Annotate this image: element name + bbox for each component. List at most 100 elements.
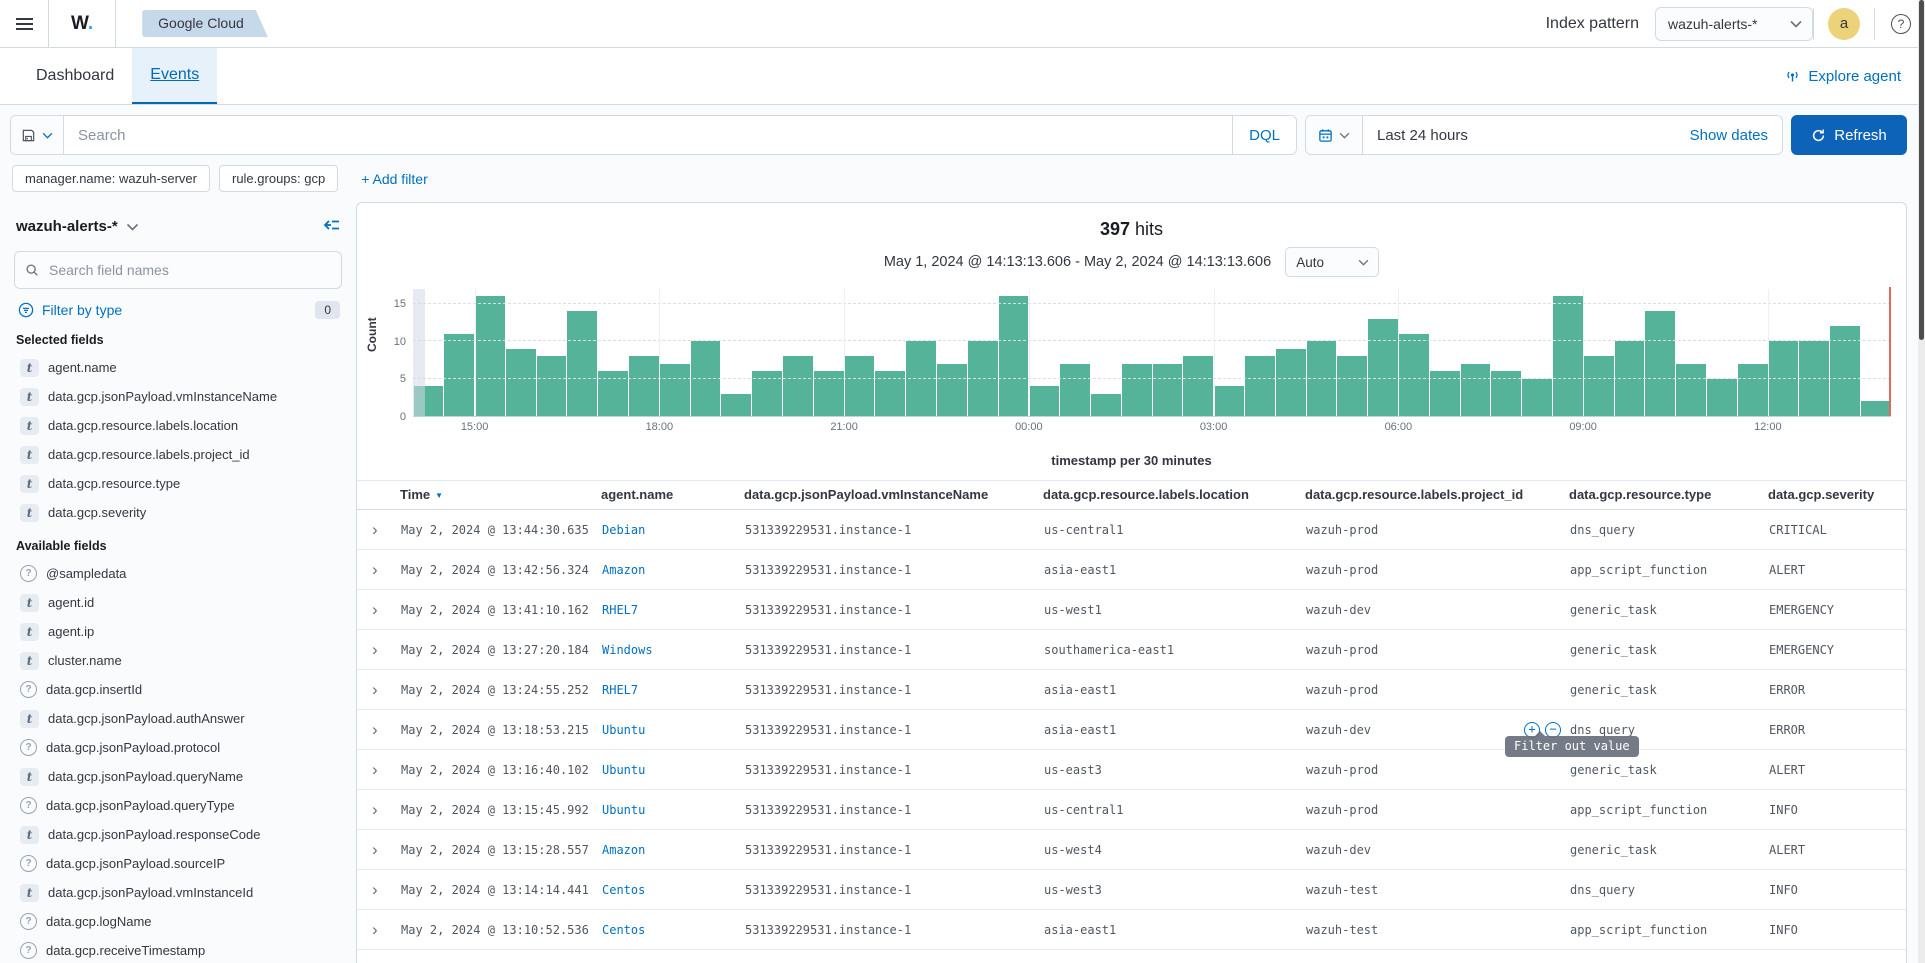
cell-time: May 2, 2024 @ 13:44:30.635	[400, 510, 601, 550]
expand-row-icon[interactable]: ›	[372, 600, 378, 619]
expand-row-icon[interactable]: ›	[372, 760, 378, 779]
field-name: agent.ip	[48, 624, 94, 639]
x-tick-label: 09:00	[1569, 421, 1597, 433]
explore-agent-link[interactable]: Explore agent	[1784, 48, 1901, 104]
agent-name-link[interactable]: RHEL7	[602, 603, 638, 617]
expand-row-icon[interactable]: ›	[372, 920, 378, 939]
column-header-agent-name[interactable]: agent.name	[601, 481, 744, 510]
filter-pill[interactable]: manager.name: wazuh-server	[12, 165, 210, 192]
cell-agent-name: RHEL7	[601, 950, 744, 963]
field-name: data.gcp.jsonPayload.sourceIP	[46, 856, 225, 871]
field-item[interactable]: tagent.id	[12, 588, 344, 617]
histogram-bar	[1214, 386, 1244, 416]
field-item[interactable]: ?data.gcp.jsonPayload.sourceIP	[12, 849, 344, 878]
add-filter-link[interactable]: + Add filter	[361, 171, 428, 187]
page-scrollbar[interactable]	[1918, 0, 1925, 963]
cell-time: May 2, 2024 @ 13:41:10.162	[400, 590, 601, 630]
time-range-display: May 1, 2024 @ 14:13:13.606 - May 2, 2024…	[884, 254, 1271, 270]
column-header-data-gcp-resource-labels-project-id[interactable]: data.gcp.resource.labels.project_id	[1305, 481, 1569, 510]
field-item[interactable]: ?data.gcp.jsonPayload.protocol	[12, 733, 344, 762]
interval-select[interactable]: Auto	[1285, 247, 1379, 277]
cell-time: May 2, 2024 @ 13:14:14.441	[400, 870, 601, 910]
agent-name-link[interactable]: Amazon	[602, 843, 645, 857]
field-item[interactable]: tagent.ip	[12, 617, 344, 646]
column-header-data-gcp-resource-labels-location[interactable]: data.gcp.resource.labels.location	[1043, 481, 1305, 510]
saved-queries-button[interactable]	[11, 116, 64, 154]
cell-resource-type: dns_query	[1569, 870, 1768, 910]
field-item[interactable]: tdata.gcp.resource.type	[12, 469, 344, 498]
agent-name-link[interactable]: Centos	[602, 923, 645, 937]
field-item[interactable]: ?@sampledata	[12, 559, 344, 588]
expand-row-icon[interactable]: ›	[372, 640, 378, 659]
agent-name-link[interactable]: Windows	[602, 643, 653, 657]
histogram-bar	[1153, 364, 1183, 416]
agent-name-link[interactable]: Ubuntu	[602, 763, 645, 777]
cell-project-id: wazuh-test	[1305, 910, 1569, 950]
field-name: agent.id	[48, 595, 94, 610]
field-item[interactable]: tdata.gcp.jsonPayload.vmInstanceName	[12, 382, 344, 411]
refresh-button[interactable]: Refresh	[1791, 115, 1907, 155]
expand-row-icon[interactable]: ›	[372, 520, 378, 539]
filter-by-type[interactable]: Filter by type 0	[18, 301, 340, 319]
expand-row-icon[interactable]: ›	[372, 880, 378, 899]
scrollbar-thumb[interactable]	[1919, 0, 1924, 340]
column-header-time[interactable]: Time▼	[400, 481, 601, 510]
x-tick-label: 00:00	[1015, 421, 1043, 433]
field-item[interactable]: tdata.gcp.severity	[12, 498, 344, 527]
time-range-value[interactable]: Last 24 hours	[1363, 127, 1676, 144]
v-gridline	[659, 289, 660, 416]
column-header-data-gcp-resource-type[interactable]: data.gcp.resource.type	[1569, 481, 1768, 510]
field-item[interactable]: ?data.gcp.receiveTimestamp	[12, 936, 344, 963]
tab-dashboard[interactable]: Dashboard	[18, 48, 132, 104]
sidebar-index-pattern[interactable]: wazuh-alerts-*	[16, 218, 118, 235]
field-item[interactable]: tdata.gcp.resource.labels.project_id	[12, 440, 344, 469]
breadcrumb-google-cloud-badge[interactable]: Google Cloud	[142, 10, 268, 37]
agent-name-link[interactable]: RHEL7	[602, 683, 638, 697]
agent-name-link[interactable]: Centos	[602, 883, 645, 897]
field-item[interactable]: tdata.gcp.resource.labels.location	[12, 411, 344, 440]
filter-pill[interactable]: rule.groups: gcp	[219, 165, 338, 192]
field-item[interactable]: ?data.gcp.logName	[12, 907, 344, 936]
help-icon[interactable]: ?	[1891, 14, 1911, 34]
cell-agent-name: Ubuntu	[601, 790, 744, 830]
field-item[interactable]: tagent.name	[12, 353, 344, 382]
field-item[interactable]: tdata.gcp.jsonPayload.queryName	[12, 762, 344, 791]
column-header-data-gcp-severity[interactable]: data.gcp.severity	[1768, 481, 1906, 510]
cell-project-id: wazuh-prod	[1305, 670, 1569, 710]
search-input[interactable]	[64, 127, 1232, 144]
tab-events[interactable]: Events	[132, 48, 217, 104]
calendar-button[interactable]	[1306, 116, 1363, 154]
field-item[interactable]: tcluster.name	[12, 646, 344, 675]
field-item[interactable]: tdata.gcp.jsonPayload.authAnswer	[12, 704, 344, 733]
cell-location: us-west4	[1043, 830, 1305, 870]
dql-language-button[interactable]: DQL	[1232, 116, 1296, 154]
cell-project-id: wazuh-dev	[1305, 590, 1569, 630]
cell-location: asia-east1	[1043, 910, 1305, 950]
string-type-icon: t	[20, 826, 39, 844]
field-search-input[interactable]	[47, 261, 331, 279]
user-avatar[interactable]: a	[1828, 8, 1860, 40]
field-item[interactable]: tdata.gcp.jsonPayload.responseCode	[12, 820, 344, 849]
expand-row-icon[interactable]: ›	[372, 680, 378, 699]
agent-name-link[interactable]: Amazon	[602, 563, 645, 577]
hits-count: 397 hits	[357, 219, 1906, 240]
field-item[interactable]: ?data.gcp.jsonPayload.queryType	[12, 791, 344, 820]
column-header-data-gcp-jsonpayload-vminstancename[interactable]: data.gcp.jsonPayload.vmInstanceName	[744, 481, 1043, 510]
index-pattern-select[interactable]: wazuh-alerts-*	[1655, 7, 1813, 41]
resource-type-value: app_script_function	[1570, 923, 1707, 937]
collapse-sidebar-icon[interactable]	[321, 216, 342, 237]
expand-row-icon[interactable]: ›	[372, 720, 378, 739]
agent-name-link[interactable]: Debian	[602, 523, 645, 537]
agent-name-link[interactable]: Ubuntu	[602, 803, 645, 817]
cell-vm-instance-name: 531339229531.instance-1	[744, 830, 1043, 870]
menu-hamburger-icon[interactable]	[0, 0, 48, 47]
agent-name-link[interactable]: Ubuntu	[602, 723, 645, 737]
show-dates-link[interactable]: Show dates	[1676, 127, 1782, 144]
expand-row-icon[interactable]: ›	[372, 800, 378, 819]
v-gridline	[844, 289, 845, 416]
cell-vm-instance-name: 531339229531.instance-1	[744, 510, 1043, 550]
expand-row-icon[interactable]: ›	[372, 560, 378, 579]
field-item[interactable]: tdata.gcp.jsonPayload.vmInstanceId	[12, 878, 344, 907]
expand-row-icon[interactable]: ›	[372, 840, 378, 859]
field-item[interactable]: ?data.gcp.insertId	[12, 675, 344, 704]
